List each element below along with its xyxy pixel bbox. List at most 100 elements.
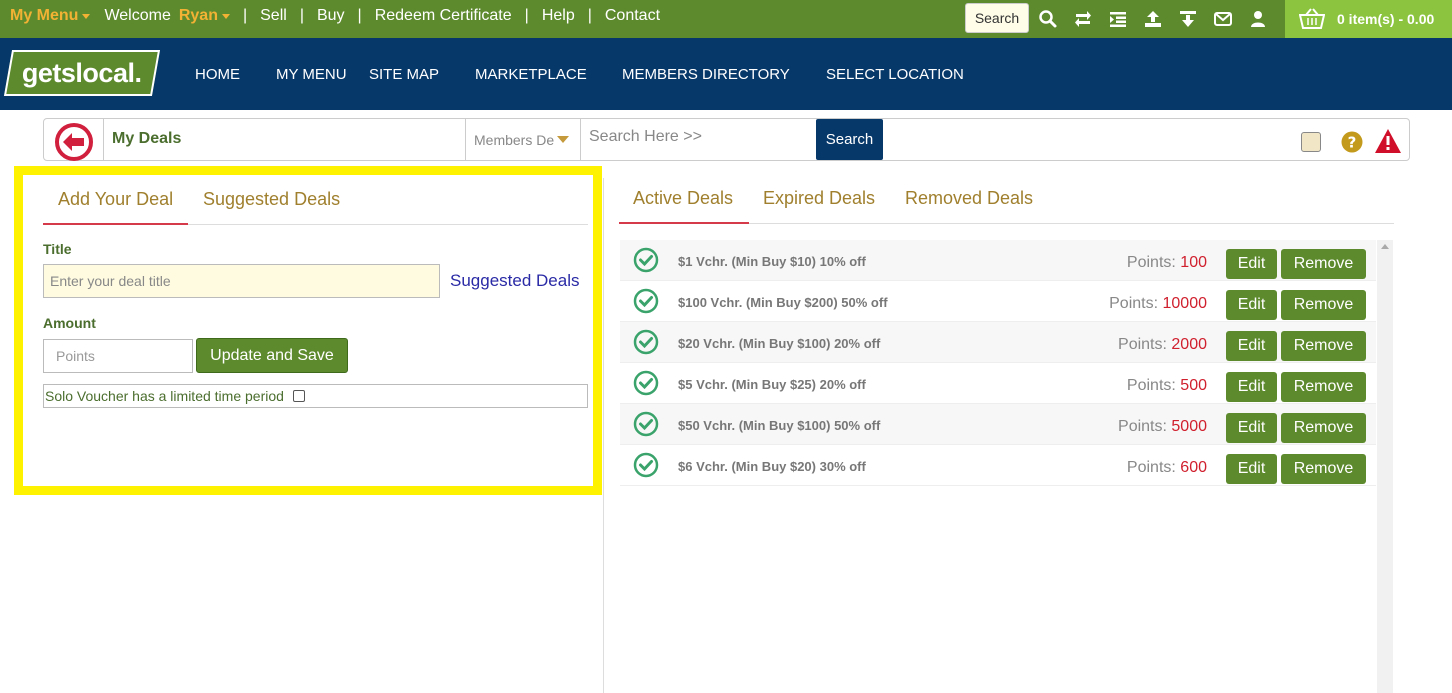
check-circle-icon <box>633 247 659 273</box>
help-link[interactable]: Help <box>542 7 575 25</box>
top-search-button[interactable]: Search <box>965 3 1029 33</box>
cart-button[interactable]: 0 item(s) - 0.00 <box>1285 0 1452 38</box>
tab-removed-deals[interactable]: Removed Deals <box>905 188 1033 209</box>
deal-name: $100 Vchr. (Min Buy $200) 50% off <box>678 295 888 310</box>
check-circle-icon <box>633 370 659 396</box>
user-dropdown[interactable]: Ryan <box>179 7 230 25</box>
help-icon[interactable]: ? <box>1341 131 1363 153</box>
nav-marketplace[interactable]: MARKETPLACE <box>475 66 587 83</box>
remove-button[interactable]: Remove <box>1281 290 1366 320</box>
deal-points: Points: 600 <box>1126 459 1207 476</box>
main-nav: getslocal. HOME MY MENU SITE MAP MARKETP… <box>0 38 1452 110</box>
tab-active-deals[interactable]: Active Deals <box>633 188 733 209</box>
edit-button[interactable]: Edit <box>1226 249 1277 279</box>
deal-points: Points: 2000 <box>1118 336 1207 353</box>
edit-button[interactable]: Edit <box>1226 331 1277 361</box>
sell-link[interactable]: Sell <box>260 7 287 25</box>
warning-icon[interactable] <box>1374 128 1402 154</box>
list-item: $20 Vchr. (Min Buy $100) 20% off Points:… <box>620 322 1376 363</box>
check-circle-icon <box>633 411 659 437</box>
nav-select-location[interactable]: SELECT LOCATION <box>826 66 964 83</box>
logo[interactable]: getslocal. <box>3 50 161 96</box>
members-select[interactable]: Members De <box>465 119 581 160</box>
remove-button[interactable]: Remove <box>1281 454 1366 484</box>
sub-header: My Deals Members De Search Here >> Searc… <box>43 118 1410 161</box>
panel-divider <box>603 178 604 693</box>
scroll-up-icon[interactable] <box>1381 244 1389 249</box>
list-item: $1 Vchr. (Min Buy $10) 10% off Points: 1… <box>620 240 1376 281</box>
suggested-deals-link[interactable]: Suggested Deals <box>450 271 579 291</box>
tab-add-your-deal[interactable]: Add Your Deal <box>58 189 173 210</box>
title-label: Title <box>43 241 72 257</box>
check-circle-icon <box>633 329 659 355</box>
remove-button[interactable]: Remove <box>1281 413 1366 443</box>
nav-members-directory[interactable]: MEMBERS DIRECTORY <box>622 66 790 83</box>
deal-points: Points: 10000 <box>1109 295 1207 312</box>
top-icons <box>1038 9 1283 29</box>
notes-icon[interactable] <box>1301 132 1321 152</box>
indent-icon[interactable] <box>1108 9 1128 29</box>
list-item: $50 Vchr. (Min Buy $100) 50% off Points:… <box>620 404 1376 445</box>
solo-voucher-option: Solo Voucher has a limited time period <box>43 384 588 408</box>
my-menu-dropdown[interactable]: My Menu <box>10 7 91 25</box>
welcome-text: Welcome <box>104 7 171 24</box>
list-item: $100 Vchr. (Min Buy $200) 50% off Points… <box>620 281 1376 322</box>
add-deal-panel: Add Your Deal Suggested Deals Title Ente… <box>14 166 602 495</box>
check-circle-icon <box>633 452 659 478</box>
update-and-save-button[interactable]: Update and Save <box>196 338 348 373</box>
edit-button[interactable]: Edit <box>1226 372 1277 402</box>
deal-points: Points: 5000 <box>1118 418 1207 435</box>
download-icon[interactable] <box>1178 9 1198 29</box>
amount-label: Amount <box>43 315 96 331</box>
search-icon[interactable] <box>1038 9 1058 29</box>
remove-button[interactable]: Remove <box>1281 372 1366 402</box>
add-deal-tabs: Add Your Deal Suggested Deals <box>43 175 588 225</box>
tab-expired-deals[interactable]: Expired Deals <box>763 188 875 209</box>
list-item: $5 Vchr. (Min Buy $25) 20% off Points: 5… <box>620 363 1376 404</box>
members-select-value: Members De <box>474 131 555 148</box>
svg-text:?: ? <box>1348 134 1357 152</box>
cart-summary: 0 item(s) - 0.00 <box>1337 11 1435 27</box>
deal-status-tabs: Active Deals Expired Deals Removed Deals <box>619 166 1394 224</box>
deal-name: $6 Vchr. (Min Buy $20) 30% off <box>678 459 866 474</box>
back-arrow-icon[interactable] <box>54 122 94 162</box>
check-circle-icon <box>633 288 659 314</box>
edit-button[interactable]: Edit <box>1226 454 1277 484</box>
nav-my-menu[interactable]: MY MENU <box>276 66 347 83</box>
page-title: My Deals <box>112 130 182 147</box>
nav-site-map[interactable]: SITE MAP <box>369 66 439 83</box>
top-bar: My Menu Welcome Ryan | Sell | Buy | Rede… <box>0 0 1452 38</box>
remove-button[interactable]: Remove <box>1281 249 1366 279</box>
redeem-certificate-link[interactable]: Redeem Certificate <box>375 7 512 25</box>
upload-icon[interactable] <box>1143 9 1163 29</box>
tab-suggested-deals[interactable]: Suggested Deals <box>203 189 340 210</box>
refresh-icon[interactable] <box>1073 9 1093 29</box>
logo-text: getslocal. <box>22 57 142 88</box>
user-icon[interactable] <box>1248 9 1268 29</box>
user-name: Ryan <box>178 7 218 24</box>
contact-link[interactable]: Contact <box>605 7 660 25</box>
deal-points: Points: 500 <box>1126 377 1207 394</box>
deal-name: $5 Vchr. (Min Buy $25) 20% off <box>678 377 866 392</box>
top-bar-left: My Menu Welcome Ryan | Sell | Buy | Rede… <box>10 7 661 25</box>
deal-points: Points: 100 <box>1126 254 1207 271</box>
scrollbar[interactable] <box>1377 240 1393 693</box>
buy-link[interactable]: Buy <box>317 7 345 25</box>
deal-title-input[interactable]: Enter your deal title <box>43 264 440 298</box>
chevron-down-icon <box>82 13 91 19</box>
edit-button[interactable]: Edit <box>1226 413 1277 443</box>
search-input[interactable]: Search Here >> <box>589 128 702 146</box>
remove-button[interactable]: Remove <box>1281 331 1366 361</box>
envelope-icon[interactable] <box>1213 9 1233 29</box>
list-item: $6 Vchr. (Min Buy $20) 30% off Points: 6… <box>620 445 1376 486</box>
points-input[interactable]: Points <box>43 339 193 373</box>
solo-voucher-label: Solo Voucher has a limited time period <box>45 388 284 404</box>
chevron-down-icon <box>557 136 570 143</box>
edit-button[interactable]: Edit <box>1226 290 1277 320</box>
solo-voucher-checkbox[interactable] <box>292 390 305 402</box>
deal-name: $20 Vchr. (Min Buy $100) 20% off <box>678 336 881 351</box>
my-menu-label: My Menu <box>10 7 79 24</box>
search-button[interactable]: Search <box>816 119 883 160</box>
basket-icon <box>1299 8 1325 29</box>
nav-home[interactable]: HOME <box>195 66 240 83</box>
